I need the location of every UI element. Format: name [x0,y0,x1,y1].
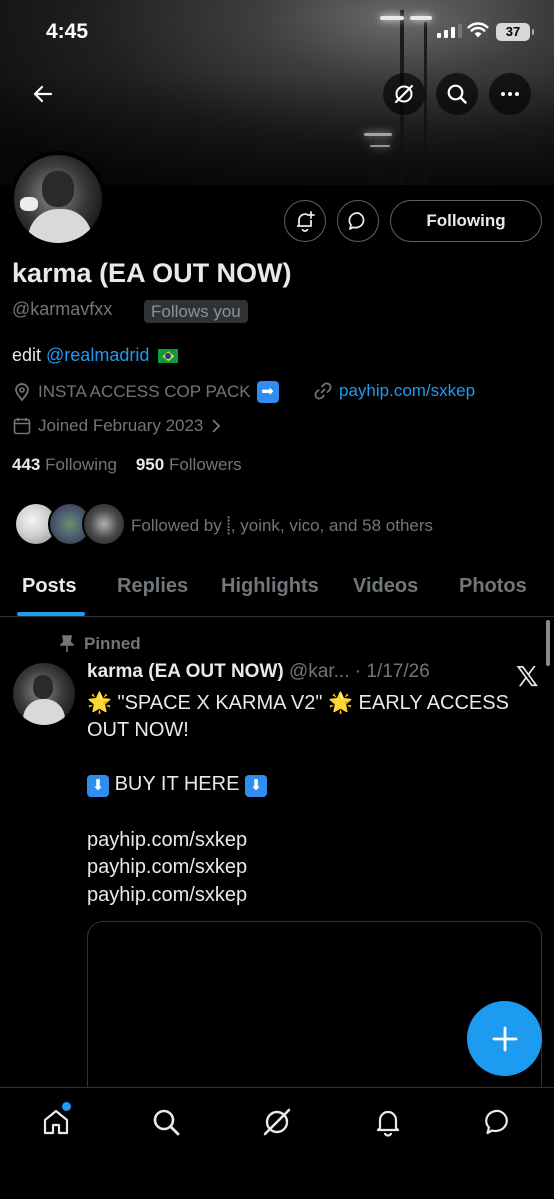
scrollbar[interactable] [546,620,550,666]
profile-bio: edit @realmadrid [12,345,179,366]
arrow-down-emoji-icon: ⬇ [244,775,267,797]
chevron-right-icon [212,419,221,433]
tab-highlights[interactable]: Highlights [221,575,319,598]
notifications-button[interactable] [284,200,326,242]
post-text-line: OUT NOW! [87,719,189,741]
profile-handle: @karmavfxx [12,299,113,319]
search-button[interactable] [436,73,478,115]
brazil-flag-icon [158,349,179,364]
location-pin-icon [15,383,29,402]
post-author-handle[interactable]: @kar... [289,661,349,682]
message-button[interactable] [337,200,379,242]
cell-signal-icon [437,22,462,38]
profile-name: karma (EA OUT NOW) [12,258,292,288]
post-media[interactable] [87,921,542,1101]
tab-photos[interactable]: Photos [459,575,527,598]
grok-button[interactable] [383,73,425,115]
more-icon [501,92,519,96]
follows-you-badge: Follows you [144,300,248,323]
tab-posts[interactable]: Posts [22,575,76,598]
joined-text: Joined February 2023 [38,416,204,435]
status-bar: 4:45 37 [0,0,554,66]
wifi-icon [467,22,489,38]
post-text-line: 🌟 "SPACE X KARMA V2" 🌟 EARLY ACCESS [87,692,509,714]
search-icon [153,1109,180,1136]
bell-icon [376,1110,400,1137]
active-tab-indicator [17,612,85,616]
grok-icon [263,1108,291,1136]
tab-videos[interactable]: Videos [353,575,418,598]
post-link[interactable]: payhip.com/sxkep [87,884,247,907]
profile-location: INSTA ACCESS COP PACK ➡ [12,381,279,403]
home-icon [43,1109,69,1135]
location-text: INSTA ACCESS COP PACK [38,382,251,401]
star-emoji-icon: 🌟 [328,692,353,714]
post-author-avatar[interactable] [13,663,75,725]
more-button[interactable] [489,73,531,115]
nav-search[interactable] [150,1106,182,1138]
chat-bubble-icon [348,212,365,230]
post-author-name[interactable]: karma (EA OUT NOW) [87,661,284,682]
profile-avatar[interactable] [10,151,106,247]
following-button[interactable]: Following [390,200,542,242]
pin-icon [60,635,74,652]
arrow-left-icon [33,85,53,103]
website-link[interactable]: payhip.com/sxkep [339,381,475,401]
star-emoji-icon: 🌟 [87,692,112,714]
profile-joined[interactable]: Joined February 2023 [12,416,223,436]
home-notification-dot [62,1102,71,1111]
nav-grok[interactable] [261,1106,293,1138]
arrow-right-emoji-icon: ➡ [256,381,279,403]
plus-icon [492,1026,517,1051]
bio-mention-link[interactable]: @realmadrid [46,345,149,365]
profile-tabs: Posts Replies Highlights Videos Photos [0,566,554,617]
status-time: 4:45 [46,20,89,43]
battery-indicator: 37 [496,23,534,41]
grok-icon [394,84,414,104]
followed-by-text[interactable]: Followed by ⸽, yoink, vico, and 58 other… [131,513,433,536]
following-button-label: Following [426,211,506,230]
following-stat[interactable]: 443 Following [12,455,117,474]
compose-button[interactable] [467,1001,542,1076]
followers-stat[interactable]: 950 Followers [136,455,242,474]
nav-notifications[interactable] [372,1106,404,1138]
x-logo-icon: 𝕏 [516,661,539,692]
post-date: · 1/17/26 [354,661,430,682]
chat-bubble-icon [485,1109,508,1135]
pinned-label: Pinned [60,634,141,654]
bio-text: edit [12,345,47,365]
post-header: karma (EA OUT NOW) @kar... · 1/17/26 [87,661,430,683]
profile-stats: 443 Following 950 Followers [12,455,242,475]
back-button[interactable] [22,73,64,115]
calendar-icon [13,418,31,435]
nav-messages[interactable] [483,1106,515,1138]
profile-website[interactable]: payhip.com/sxkep [313,381,475,401]
bottom-nav [0,1087,554,1199]
post-link[interactable]: payhip.com/sxkep [87,829,247,852]
arrow-down-emoji-icon: ⬇ [87,775,109,797]
link-icon [314,382,332,400]
tab-replies[interactable]: Replies [117,575,188,598]
followed-by-avatars[interactable] [14,502,126,548]
avatar [82,502,126,546]
post-text-line: ⬇ BUY IT HERE ⬇ [87,773,267,797]
search-icon [447,84,467,104]
post-link[interactable]: payhip.com/sxkep [87,856,247,879]
bell-plus-icon [297,211,315,232]
